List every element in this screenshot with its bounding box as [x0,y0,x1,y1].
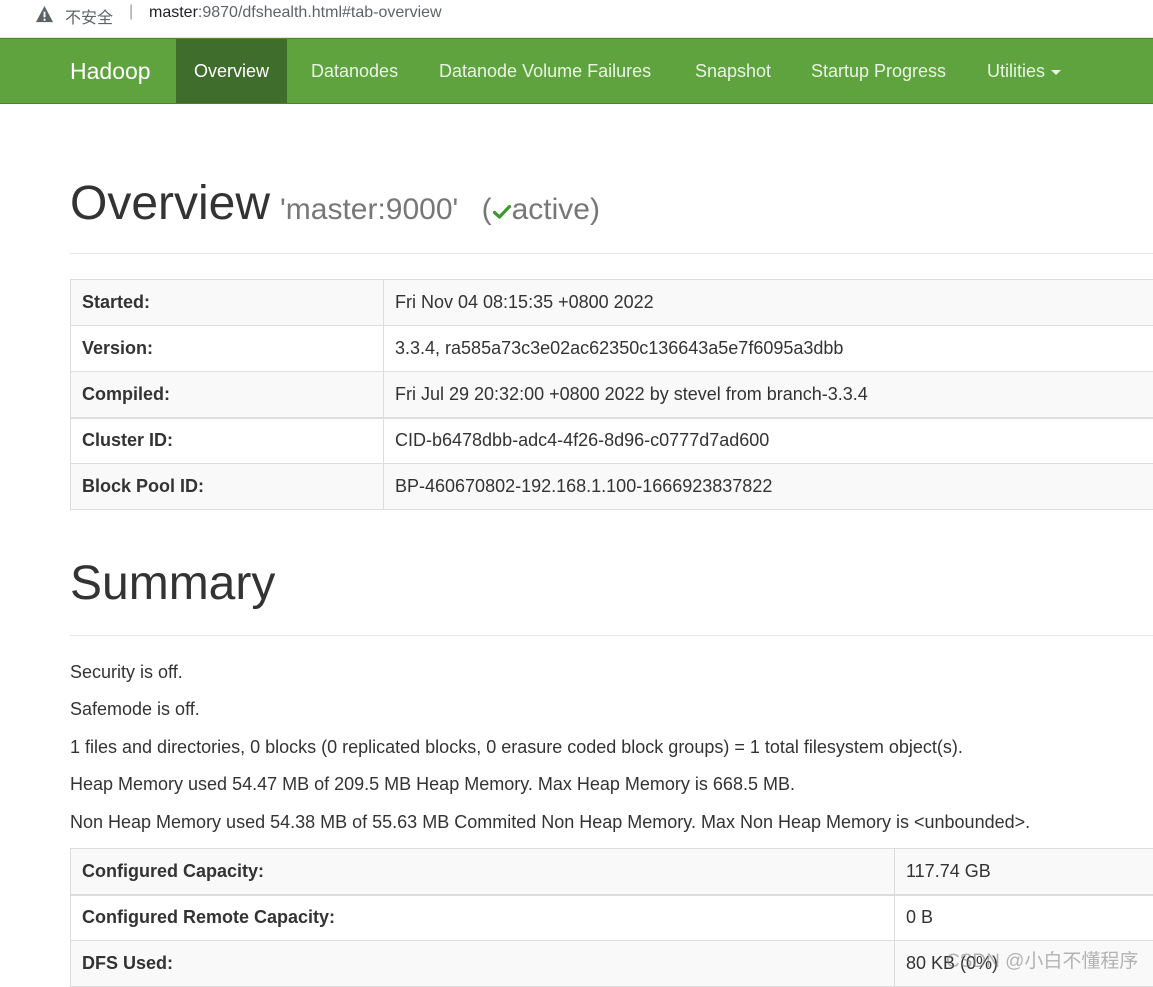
table-row: Configured Remote Capacity: 0 B [71,895,1153,941]
warning-icon[interactable] [35,5,54,24]
overview-host: 'master:9000' [280,193,458,226]
row-key: Configured Capacity: [71,849,895,895]
overview-title: Overview [70,177,270,230]
row-value: CID-b6478dbb-adc4-4f26-8d96-c0777d7ad600 [384,418,1153,464]
table-row: Compiled: Fri Jul 29 20:32:00 +0800 2022… [71,372,1153,418]
overview-state: ( active) [482,193,600,226]
overview-heading: Overview 'master:9000' ( active) [70,176,600,231]
row-key: Compiled: [71,372,384,418]
row-value: 117.74 GB [895,849,1153,895]
overview-divider [70,253,1153,254]
utilities-label: Utilities [987,61,1045,81]
address-bar[interactable]: 不安全 | master:9870/dfshealth.html#tab-ove… [0,0,1153,38]
table-row: Version: 3.3.4, ra585a73c3e02ac62350c136… [71,326,1153,372]
top-navbar: Hadoop Overview Datanodes Datanode Volum… [0,38,1153,104]
non-heap-memory-text: Non Heap Memory used 54.38 MB of 55.63 M… [70,812,1030,833]
filesystem-objects-text: 1 files and directories, 0 blocks (0 rep… [70,737,963,758]
nav-tab-datanodes[interactable]: Datanodes [311,39,398,103]
state-open-paren: ( [482,193,492,226]
heap-memory-text: Heap Memory used 54.47 MB of 209.5 MB He… [70,774,795,795]
nav-tab-overview[interactable]: Overview [176,39,287,103]
summary-heading: Summary [70,556,275,611]
row-value: 0 B [895,895,1153,941]
nav-tab-startup-progress[interactable]: Startup Progress [811,39,946,103]
url-text[interactable]: master:9870/dfshealth.html#tab-overview [149,4,442,22]
row-key: Block Pool ID: [71,464,384,510]
row-key: Configured Remote Capacity: [71,895,895,941]
url-path: :9870/dfshealth.html#tab-overview [198,4,442,21]
row-value: BP-460670802-192.168.1.100-1666923837822 [384,464,1153,510]
row-value: Fri Jul 29 20:32:00 +0800 2022 by stevel… [384,372,1153,418]
row-value: 3.3.4, ra585a73c3e02ac62350c136643a5e7f6… [384,326,1153,372]
state-label: active) [512,193,600,226]
security-status-label[interactable]: 不安全 [65,4,113,28]
nav-tab-datanode-volume-failures[interactable]: Datanode Volume Failures [439,39,651,103]
address-separator: | [129,3,133,21]
row-value: Fri Nov 04 08:15:35 +0800 2022 [384,280,1153,326]
csdn-watermark: CSDN @小白不懂程序 [946,946,1138,973]
table-row: Block Pool ID: BP-460670802-192.168.1.10… [71,464,1153,510]
url-host: master [149,4,198,21]
row-key: Cluster ID: [71,418,384,464]
security-status-text: Security is off. [70,662,183,683]
overview-table: Started: Fri Nov 04 08:15:35 +0800 2022 … [70,279,1153,510]
caret-down-icon [1051,70,1061,75]
brand-logo[interactable]: Hadoop [70,58,151,85]
nav-tab-utilities[interactable]: Utilities [987,39,1061,103]
row-key: Started: [71,280,384,326]
safemode-status-text: Safemode is off. [70,699,200,720]
row-key: DFS Used: [71,941,895,987]
table-row: Configured Capacity: 117.74 GB [71,849,1153,895]
table-row: Cluster ID: CID-b6478dbb-adc4-4f26-8d96-… [71,418,1153,464]
nav-tab-snapshot[interactable]: Snapshot [695,39,771,103]
table-row: Started: Fri Nov 04 08:15:35 +0800 2022 [71,280,1153,326]
row-key: Version: [71,326,384,372]
check-icon [493,205,511,219]
summary-divider [70,635,1153,636]
